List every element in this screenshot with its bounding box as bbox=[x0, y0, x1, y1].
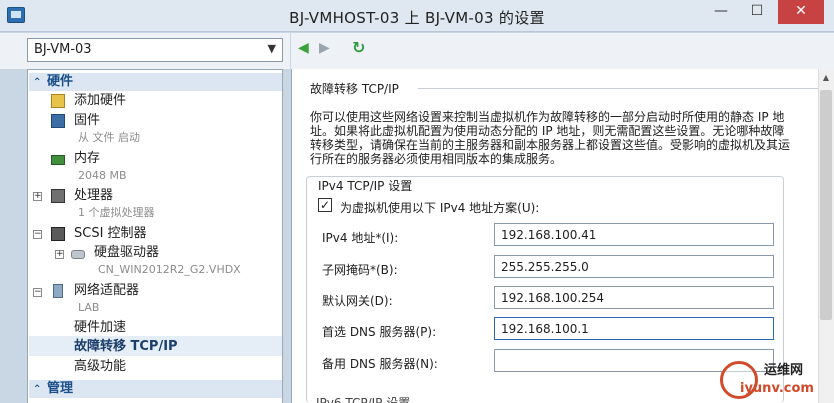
collapse-icon[interactable]: − bbox=[33, 288, 42, 297]
watermark-text-bottom: iyunv.com bbox=[740, 381, 814, 396]
ipv6-group-title: IPv6 TCP/IP 设置 bbox=[316, 396, 411, 403]
alternate-dns-label: 备用 DNS 服务器(N): bbox=[322, 357, 438, 371]
firmware-icon bbox=[51, 114, 65, 128]
processor-summary: 1 个虚拟处理器 bbox=[78, 206, 155, 219]
tree-item-processor[interactable]: 处理器 bbox=[74, 188, 113, 204]
expand-icon[interactable]: + bbox=[33, 192, 42, 201]
default-gateway-field[interactable]: 192.168.100.254 bbox=[494, 286, 774, 309]
use-ipv4-checkbox[interactable]: ✓ bbox=[318, 198, 332, 212]
use-ipv4-checkbox-label: 为虚拟机使用以下 IPv4 地址方案(U): bbox=[340, 201, 540, 215]
tree-item-add-hardware[interactable]: 添加硬件 bbox=[74, 93, 126, 109]
tree-item-memory[interactable]: 内存 bbox=[74, 151, 100, 167]
close-button[interactable]: ✕ bbox=[778, 0, 824, 24]
firmware-summary: 从 文件 启动 bbox=[78, 131, 140, 144]
section-title: 故障转移 TCP/IP bbox=[310, 82, 399, 96]
add-hardware-icon bbox=[51, 94, 65, 108]
subnet-mask-label: 子网掩码*(B): bbox=[322, 263, 398, 277]
ipv4-address-field[interactable]: 192.168.100.41 bbox=[494, 223, 774, 246]
title-bar: BJ-VMHOST-03 上 BJ-VM-03 的设置 — ☐ ✕ bbox=[0, 0, 834, 32]
chevron-down-icon: ▼ bbox=[267, 42, 276, 55]
section-divider bbox=[418, 88, 818, 89]
preferred-dns-field[interactable]: 192.168.100.1 bbox=[494, 317, 774, 340]
back-arrow-icon[interactable]: ◀ bbox=[298, 40, 309, 56]
forward-arrow-icon[interactable]: ▶ bbox=[319, 40, 330, 56]
default-gateway-label: 默认网关(D): bbox=[322, 294, 393, 308]
subnet-mask-field[interactable]: 255.255.255.0 bbox=[494, 255, 774, 278]
refresh-icon[interactable]: ↻ bbox=[352, 38, 365, 57]
tree-item-network-adapter[interactable]: 网络适配器 bbox=[74, 283, 139, 299]
nav-bar bbox=[291, 33, 834, 69]
collapse-icon: ⌃ bbox=[33, 384, 42, 395]
processor-icon bbox=[51, 189, 65, 203]
hard-drive-summary: CN_WIN2012R2_G2.VHDX bbox=[98, 263, 241, 276]
tree-header-management[interactable]: ⌃ 管理 bbox=[29, 380, 282, 398]
site-watermark: 运维网 iyunv.com bbox=[720, 355, 830, 401]
tree-item-failover-tcpip[interactable]: 故障转移 TCP/IP bbox=[74, 339, 178, 355]
watermark-text-top: 运维网 bbox=[764, 363, 804, 378]
memory-icon bbox=[51, 155, 65, 165]
memory-summary: 2048 MB bbox=[78, 169, 127, 182]
scsi-controller-icon bbox=[51, 227, 65, 241]
ipv4-group-title: IPv4 TCP/IP 设置 bbox=[316, 177, 415, 194]
minimize-button[interactable]: — bbox=[704, 0, 738, 24]
scroll-up-arrow-icon[interactable]: ▲ bbox=[818, 70, 834, 86]
maximize-button[interactable]: ☐ bbox=[740, 0, 774, 24]
expand-icon[interactable]: + bbox=[55, 250, 64, 259]
vm-selector-dropdown[interactable]: BJ-VM-03 ▼ bbox=[27, 38, 283, 62]
preferred-dns-label: 首选 DNS 服务器(P): bbox=[322, 325, 437, 339]
tree-item-hard-drive[interactable]: 硬盘驱动器 bbox=[94, 245, 159, 261]
ipv4-address-label: IPv4 地址*(I): bbox=[322, 231, 399, 245]
collapse-icon[interactable]: − bbox=[33, 230, 42, 239]
network-adapter-icon bbox=[53, 284, 63, 298]
tree-item-scsi-controller[interactable]: SCSI 控制器 bbox=[74, 226, 147, 242]
network-adapter-summary: LAB bbox=[78, 301, 100, 314]
scrollbar-thumb[interactable] bbox=[820, 90, 832, 320]
tree-header-hardware[interactable]: ⌃ 硬件 bbox=[29, 73, 282, 91]
tree-item-hardware-acceleration[interactable]: 硬件加速 bbox=[74, 320, 126, 336]
collapse-icon: ⌃ bbox=[33, 77, 42, 88]
vm-selector-value: BJ-VM-03 bbox=[34, 42, 92, 57]
tree-item-firmware[interactable]: 固件 bbox=[74, 113, 100, 129]
hard-drive-icon bbox=[71, 250, 85, 259]
tree-item-advanced-features[interactable]: 高级功能 bbox=[74, 359, 126, 375]
section-description: 你可以使用这些网络设置来控制当虚拟机作为故障转移的一部分启动时所使用的静态 IP… bbox=[310, 110, 791, 166]
